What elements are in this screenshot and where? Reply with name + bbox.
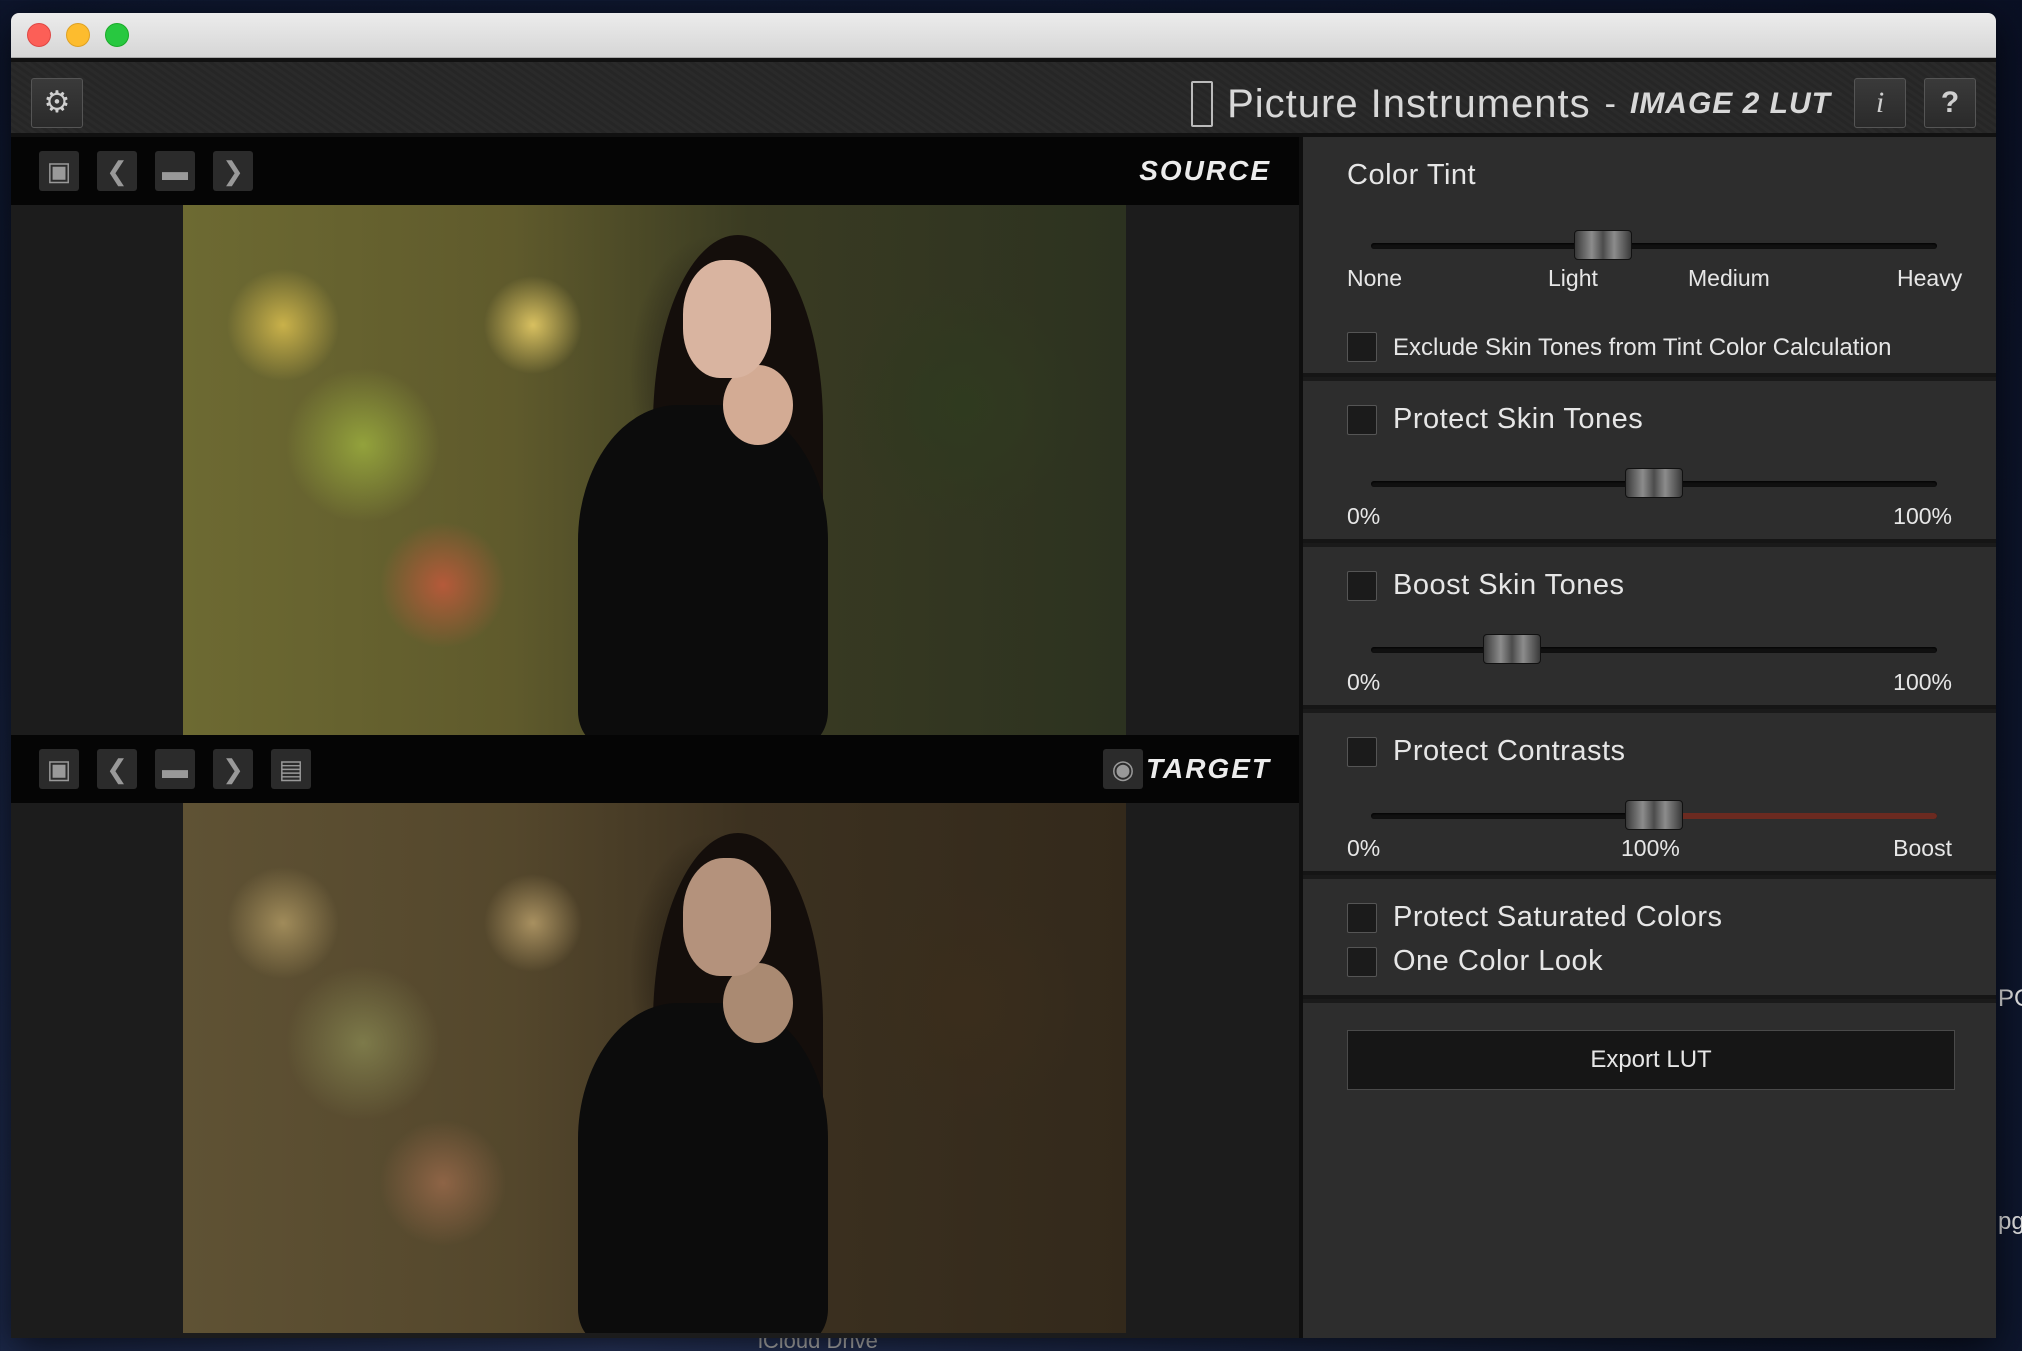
source-pane: ▣ ❮ ▬ ❯ SOURCE [11, 137, 1299, 735]
protect-skin-slider-thumb[interactable] [1625, 468, 1683, 498]
one-color-look-label: One Color Look [1393, 945, 1604, 977]
protect-skin-checkbox[interactable] [1347, 405, 1377, 435]
protect-skin-min: 0% [1347, 503, 1381, 529]
target-open-button[interactable]: ▬ [155, 749, 195, 789]
protect-contrasts-boost-fill [1654, 813, 1937, 819]
gear-icon: ⚙ [43, 86, 71, 119]
app-window: ⚙ Picture Instruments - IMAGE 2 LUT i ? … [11, 13, 1996, 1338]
source-image[interactable] [183, 205, 1126, 735]
protect-contrasts-max: Boost [1893, 835, 1952, 861]
source-open-button[interactable]: ▬ [155, 151, 195, 191]
boost-skin-label: Boost Skin Tones [1393, 569, 1625, 601]
protect-skin-label: Protect Skin Tones [1393, 403, 1644, 435]
desktop-side-text-2: pg [1998, 1208, 2022, 1235]
title-bar[interactable] [11, 13, 1996, 58]
save-as-icon: ▤ [278, 754, 304, 784]
target-next-button[interactable]: ❯ [213, 749, 253, 789]
help-label: ? [1940, 86, 1960, 119]
export-section: Export LUT [1303, 1003, 1996, 1338]
protect-saturated-checkbox[interactable] [1347, 903, 1377, 933]
protect-skin-max: 100% [1893, 503, 1952, 529]
save-icon: ▣ [46, 754, 72, 784]
protect-contrasts-section: Protect Contrasts 0% 100% Boost [1303, 713, 1996, 875]
brand-name: Picture Instruments [1227, 81, 1591, 126]
info-label: i [1875, 86, 1885, 119]
save-icon: ▣ [46, 156, 72, 186]
target-pane: ▣ ❮ ▬ ❯ ▤ ◉ TARGET [11, 735, 1299, 1338]
settings-button[interactable]: ⚙ [31, 78, 83, 128]
color-tint-tick-heavy: Heavy [1897, 265, 1963, 291]
folder-icon: ▬ [162, 754, 188, 784]
protect-contrasts-label: Protect Contrasts [1393, 735, 1626, 767]
product-name: IMAGE 2 LUT [1629, 87, 1831, 120]
one-color-look-checkbox[interactable] [1347, 947, 1377, 977]
folder-icon: ▬ [162, 156, 188, 186]
protect-skin-slider[interactable] [1371, 468, 1937, 498]
protect-contrasts-mid: 100% [1621, 835, 1680, 861]
help-button[interactable]: ? [1924, 78, 1976, 128]
brand-logo-icon [1191, 81, 1214, 127]
color-tint-tick-none: None [1347, 265, 1402, 291]
next-icon: ❯ [222, 754, 244, 784]
extra-options-section: Protect Saturated Colors One Color Look [1303, 879, 1996, 999]
target-save-as-button[interactable]: ▤ [271, 749, 311, 789]
target-previous-button[interactable]: ❮ [97, 749, 137, 789]
desktop-side-text-1: PG [1998, 985, 2022, 1012]
exclude-skin-tones-checkbox[interactable] [1347, 332, 1377, 362]
figure-head [683, 858, 771, 976]
source-next-button[interactable]: ❯ [213, 151, 253, 191]
boost-skin-slider[interactable] [1371, 634, 1937, 664]
target-image[interactable] [183, 803, 1126, 1333]
eye-icon: ◉ [1111, 754, 1135, 784]
color-tint-section: Color Tint None Light Medium Heavy Exclu… [1303, 137, 1996, 377]
target-label: TARGET [1145, 753, 1271, 784]
boost-skin-section: Boost Skin Tones 0% 100% [1303, 547, 1996, 709]
figure-body [578, 1003, 828, 1333]
protect-contrasts-checkbox[interactable] [1347, 737, 1377, 767]
source-label: SOURCE [1139, 155, 1271, 186]
figure-head [683, 260, 771, 378]
source-save-button[interactable]: ▣ [39, 151, 79, 191]
boost-skin-max: 100% [1893, 669, 1952, 695]
target-preview-toggle[interactable]: ◉ [1103, 749, 1143, 789]
protect-skin-section: Protect Skin Tones 0% 100% [1303, 381, 1996, 543]
close-window-button[interactable] [27, 23, 51, 47]
color-tint-slider[interactable] [1371, 230, 1937, 260]
info-button[interactable]: i [1854, 78, 1906, 128]
color-tint-slider-thumb[interactable] [1574, 230, 1633, 260]
zoom-window-button[interactable] [105, 23, 129, 47]
app-header: ⚙ Picture Instruments - IMAGE 2 LUT i ? [11, 58, 1996, 137]
settings-panel: Color Tint None Light Medium Heavy Exclu… [1299, 137, 1996, 1338]
minimize-window-button[interactable] [66, 23, 90, 47]
color-tint-tick-light: Light [1548, 265, 1598, 291]
brand: Picture Instruments - IMAGE 2 LUT [1191, 80, 1831, 128]
protect-saturated-label: Protect Saturated Colors [1393, 901, 1723, 933]
brand-separator: - [1604, 84, 1616, 123]
exclude-skin-tones-label: Exclude Skin Tones from Tint Color Calcu… [1393, 334, 1892, 361]
previous-icon: ❮ [106, 754, 128, 784]
previous-icon: ❮ [106, 156, 128, 186]
source-toolbar: ▣ ❮ ▬ ❯ SOURCE [11, 137, 1299, 205]
target-save-button[interactable]: ▣ [39, 749, 79, 789]
color-tint-title: Color Tint [1347, 159, 1477, 191]
color-tint-tick-medium: Medium [1688, 265, 1770, 291]
figure-body [578, 405, 828, 735]
source-previous-button[interactable]: ❮ [97, 151, 137, 191]
protect-contrasts-min: 0% [1347, 835, 1381, 861]
next-icon: ❯ [222, 156, 244, 186]
export-lut-button[interactable]: Export LUT [1347, 1030, 1955, 1090]
boost-skin-slider-thumb[interactable] [1482, 634, 1541, 664]
protect-contrasts-slider-thumb[interactable] [1625, 800, 1683, 830]
boost-skin-checkbox[interactable] [1347, 571, 1377, 601]
target-toolbar: ▣ ❮ ▬ ❯ ▤ ◉ TARGET [11, 735, 1299, 803]
protect-contrasts-slider[interactable] [1371, 800, 1937, 830]
boost-skin-min: 0% [1347, 669, 1381, 695]
